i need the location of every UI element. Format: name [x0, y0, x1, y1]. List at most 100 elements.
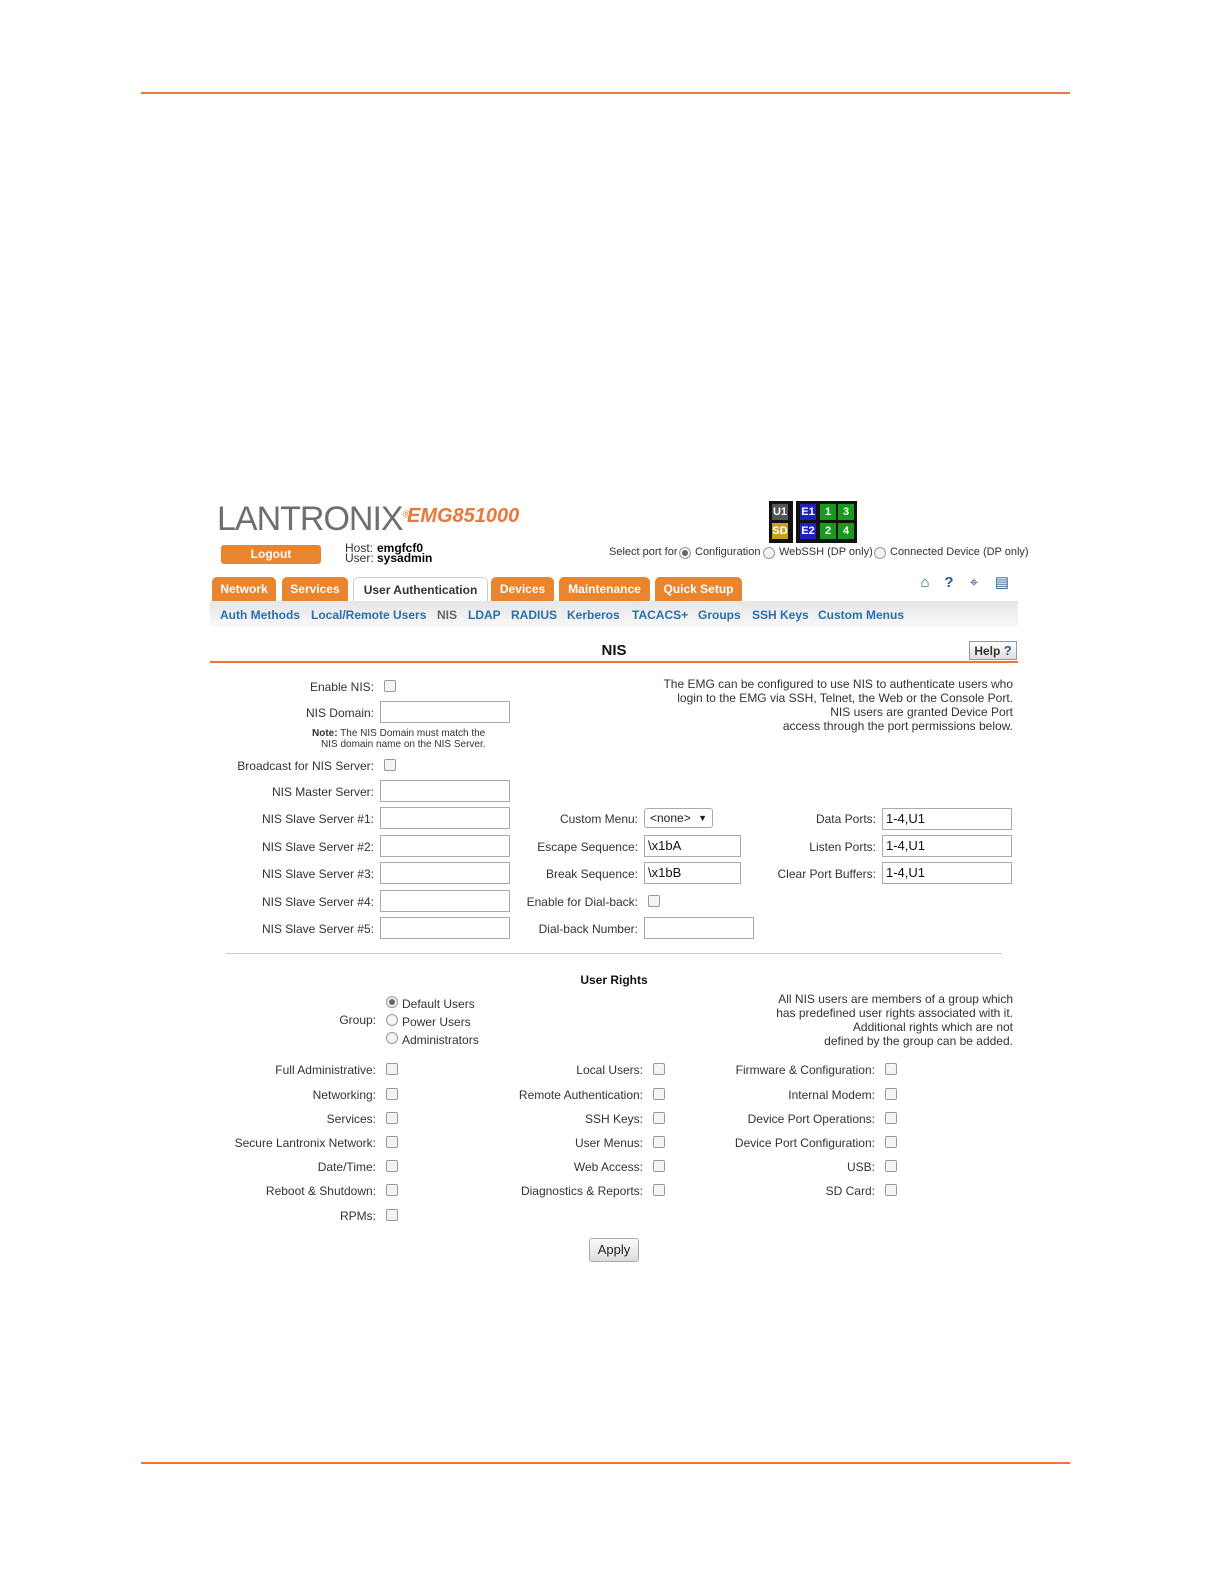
help-question-icon[interactable]: ? [940, 574, 958, 592]
clear-buffers-input[interactable]: 1-4,U1 [882, 862, 1012, 884]
broadcast-checkbox[interactable] [384, 759, 396, 771]
group-radio-administrators[interactable] [386, 1032, 398, 1044]
port-option-webssh: WebSSH (DP only) [779, 546, 873, 558]
log-icon[interactable]: ▤ [993, 574, 1011, 592]
top-rule [141, 92, 1070, 94]
right-firmware-configuration-checkbox[interactable] [885, 1063, 897, 1075]
tab-devices[interactable]: Devices [491, 577, 554, 601]
logout-button[interactable]: Logout [221, 545, 321, 564]
status-tile-e1[interactable]: E1 [800, 504, 816, 520]
right-diagnostics-reports-checkbox[interactable] [653, 1184, 665, 1196]
note-bold: Note: [312, 728, 338, 739]
note-line-2: NIS domain name on the NIS Server. [321, 739, 486, 750]
tab-services[interactable]: Services [282, 577, 348, 601]
slave-server-4-label: NIS Slave Server #4: [261, 895, 374, 909]
status-tile-e2[interactable]: E2 [800, 523, 816, 539]
subtab-local-remote-users[interactable]: Local/Remote Users [311, 608, 426, 622]
right-local-users-checkbox[interactable] [653, 1063, 665, 1075]
slave-server-3-input[interactable] [380, 862, 510, 884]
sitemap-icon[interactable]: ⌖ [965, 574, 983, 592]
slave-server-4-input[interactable] [380, 890, 510, 912]
right-web-access-label: Web Access: [573, 1160, 643, 1174]
right-device-port-operations-checkbox[interactable] [885, 1112, 897, 1124]
slave-server-1-input[interactable] [380, 807, 510, 829]
right-internal-modem-checkbox[interactable] [885, 1088, 897, 1100]
tab-quick-setup[interactable]: Quick Setup [655, 577, 742, 601]
right-remote-authentication-checkbox[interactable] [653, 1088, 665, 1100]
model-name: EMG851000 [407, 505, 520, 527]
right-full-administrative-checkbox[interactable] [386, 1063, 398, 1075]
right-ssh-keys-label: SSH Keys: [584, 1112, 643, 1126]
status-tile-1[interactable]: 1 [820, 504, 836, 520]
right-date-time-checkbox[interactable] [386, 1160, 398, 1172]
subtab-nis[interactable]: NIS [437, 608, 457, 622]
dialback-number-input[interactable] [644, 917, 754, 939]
dialback-checkbox[interactable] [648, 895, 660, 907]
group-administrators: Administrators [402, 1033, 479, 1047]
slave-server-5-label: NIS Slave Server #5: [261, 922, 374, 936]
status-tile-4[interactable]: 4 [838, 523, 854, 539]
tab-maintenance[interactable]: Maintenance [559, 577, 650, 601]
subtab-ssh-keys[interactable]: SSH Keys [752, 608, 809, 622]
right-networking-checkbox[interactable] [386, 1088, 398, 1100]
nis-description-line-4: access through the port permissions belo… [782, 719, 1013, 733]
right-user-menus-checkbox[interactable] [653, 1136, 665, 1148]
rights-description-line-4: defined by the group can be added. [824, 1034, 1013, 1048]
nis-domain-input[interactable] [380, 701, 510, 723]
port-status-panel: U1 E1 1 3 SD E2 2 4 [769, 501, 857, 543]
status-tile-u1[interactable]: U1 [772, 504, 788, 520]
enable-nis-checkbox[interactable] [384, 680, 396, 692]
subtab-kerberos[interactable]: Kerberos [567, 608, 620, 622]
tab-network[interactable]: Network [212, 577, 276, 601]
right-device-port-operations-label: Device Port Operations: [747, 1112, 875, 1126]
port-option-configuration: Configuration [695, 546, 761, 558]
right-sd-card-label: SD Card: [825, 1184, 875, 1198]
subtab-ldap[interactable]: LDAP [468, 608, 501, 622]
right-remote-authentication-label: Remote Authentication: [518, 1088, 643, 1102]
subtab-radius[interactable]: RADIUS [511, 608, 557, 622]
custom-menu-select[interactable]: <none> ▼ [644, 808, 713, 828]
nis-domain-label: NIS Domain: [305, 706, 374, 720]
status-tile-3[interactable]: 3 [838, 504, 854, 520]
master-server-input[interactable] [380, 780, 510, 802]
port-radio-configuration[interactable] [679, 547, 691, 559]
data-ports-input[interactable]: 1-4,U1 [882, 808, 1012, 830]
listen-ports-input[interactable]: 1-4,U1 [882, 835, 1012, 857]
user-rights-title: User Rights [580, 973, 648, 987]
dialback-label: Enable for Dial-back: [526, 895, 638, 909]
right-usb-checkbox[interactable] [885, 1160, 897, 1172]
status-tile-2[interactable]: 2 [820, 523, 836, 539]
help-button[interactable]: Help ? [969, 641, 1017, 660]
group-radio-default-users[interactable] [386, 996, 398, 1008]
right-internal-modem-label: Internal Modem: [788, 1088, 875, 1102]
home-icon[interactable]: ⌂ [916, 574, 934, 592]
right-sd-card-checkbox[interactable] [885, 1184, 897, 1196]
subtab-custom-menus[interactable]: Custom Menus [818, 608, 904, 622]
subtab-groups[interactable]: Groups [698, 608, 741, 622]
escape-sequence-input[interactable]: \x1bA [644, 835, 741, 857]
group-radio-power-users[interactable] [386, 1014, 398, 1026]
nis-description-line-1: The EMG can be configured to use NIS to … [663, 677, 1013, 691]
help-icon: ? [1003, 643, 1012, 658]
right-web-access-checkbox[interactable] [653, 1160, 665, 1172]
section-divider [226, 953, 1002, 954]
slave-server-2-input[interactable] [380, 835, 510, 857]
port-radio-webssh[interactable] [763, 547, 775, 559]
right-services-checkbox[interactable] [386, 1112, 398, 1124]
group-label: Group: [339, 1013, 376, 1027]
right-reboot-shutdown-checkbox[interactable] [386, 1184, 398, 1196]
port-radio-connected-device[interactable] [874, 547, 886, 559]
slave-server-5-input[interactable] [380, 917, 510, 939]
apply-button[interactable]: Apply [589, 1238, 639, 1262]
right-secure-lantronix-network-checkbox[interactable] [386, 1136, 398, 1148]
subtab-auth-methods[interactable]: Auth Methods [220, 608, 300, 622]
bottom-rule [141, 1462, 1070, 1464]
right-rpms-checkbox[interactable] [386, 1209, 398, 1221]
nis-description: The EMG can be configured to use NIS to … [620, 677, 1013, 733]
tab-user-authentication[interactable]: User Authentication [353, 577, 488, 603]
break-sequence-input[interactable]: \x1bB [644, 862, 741, 884]
right-ssh-keys-checkbox[interactable] [653, 1112, 665, 1124]
right-device-port-configuration-checkbox[interactable] [885, 1136, 897, 1148]
status-tile-sd[interactable]: SD [772, 523, 788, 539]
subtab-tacacs[interactable]: TACACS+ [632, 608, 688, 622]
